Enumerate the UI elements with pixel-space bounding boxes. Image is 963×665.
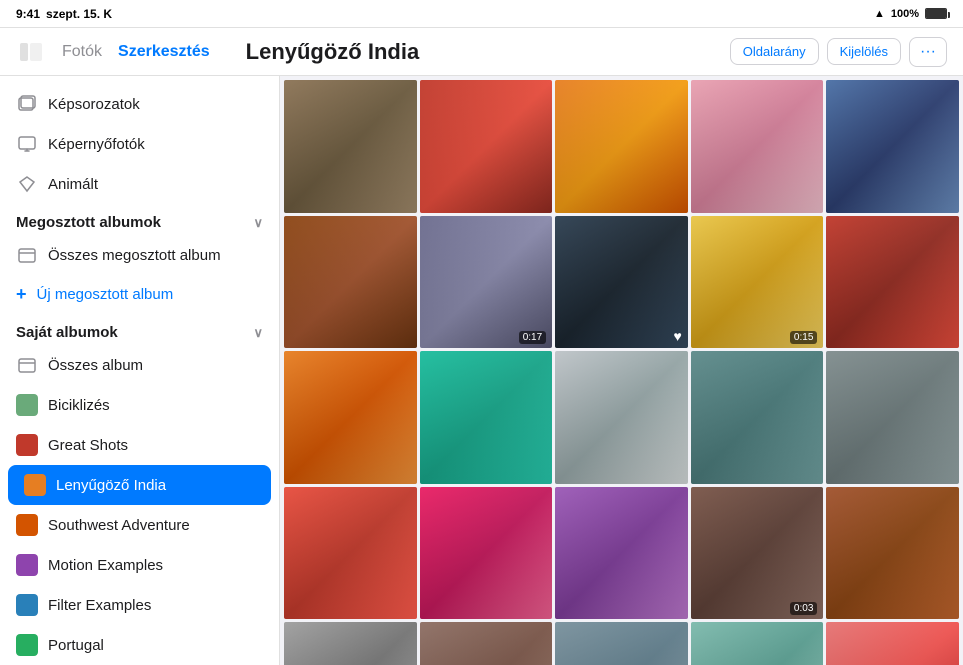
own-section-chevron[interactable]: ∨ <box>253 325 263 341</box>
photo-cell[interactable] <box>420 351 553 484</box>
sidebar-item-osszes-album[interactable]: Összes album <box>0 345 279 385</box>
photo-cell[interactable] <box>691 622 824 665</box>
sidebar-item-bicikling[interactable]: Biciklizés <box>0 385 279 425</box>
sidebar: Képsorozatok Képernyőfotók Animált <box>0 76 280 665</box>
status-bar: 9:41 szept. 15. K ▲ 100% <box>0 0 963 28</box>
photo-cell[interactable]: 0:03 <box>691 487 824 620</box>
page-title: Lenyűgöző India <box>246 39 420 65</box>
photo-cell[interactable] <box>691 80 824 213</box>
photo-cell[interactable] <box>826 487 959 620</box>
bicikling-thumbnail <box>16 394 38 416</box>
heart-badge: ♥ <box>673 328 681 344</box>
photo-cell[interactable] <box>555 80 688 213</box>
nav-tabs: Fotók Szerkesztés <box>62 39 210 65</box>
sidebar-item-portugal[interactable]: Portugal <box>0 625 279 665</box>
photo-cell[interactable] <box>284 216 417 349</box>
sidebar-item-kepsorozatok[interactable]: Képsorozatok <box>0 84 279 124</box>
kepernyo-icon <box>16 133 38 155</box>
date-label: szept. 15. K <box>46 7 112 21</box>
battery-icon <box>925 8 947 19</box>
photo-cell[interactable]: 0:15 <box>691 216 824 349</box>
photo-cell[interactable] <box>420 487 553 620</box>
title-actions: Oldalarány Kijelölés ··· <box>730 37 947 67</box>
photo-cell[interactable] <box>284 487 417 620</box>
sidebar-item-southwest-adventure[interactable]: Southwest Adventure <box>0 505 279 545</box>
sidebar-item-great-shots[interactable]: Great Shots <box>0 425 279 465</box>
motion-examples-thumbnail <box>16 554 38 576</box>
wifi-icon: ▲ <box>874 8 885 20</box>
filter-examples-label: Filter Examples <box>48 597 151 614</box>
video-duration-badge: 0:17 <box>519 331 546 344</box>
own-section-label: Saját albumok <box>16 324 118 341</box>
osszes-album-label: Összes album <box>48 357 143 374</box>
own-section-header: Saját albumok ∨ <box>0 314 279 345</box>
status-time: 9:41 szept. 15. K <box>16 7 112 21</box>
photo-cell[interactable] <box>826 622 959 665</box>
photo-cell[interactable]: 0:17 <box>420 216 553 349</box>
portugal-label: Portugal <box>48 637 104 654</box>
sidebar-item-animalt[interactable]: Animált <box>0 164 279 204</box>
uj-megosztott-label: Új megosztott album <box>37 286 174 303</box>
sidebar-item-osszes-megosztott[interactable]: Összes megosztott album <box>0 235 279 275</box>
battery-label: 100% <box>891 8 919 20</box>
sidebar-item-kepernyo[interactable]: Képernyőfotók <box>0 124 279 164</box>
photo-grid-container: 0:17 ♥ 0:15 0:03 <box>280 76 963 665</box>
great-shots-label: Great Shots <box>48 437 128 454</box>
southwest-adventure-label: Southwest Adventure <box>48 517 190 534</box>
battery-fill <box>926 9 946 18</box>
great-shots-thumbnail <box>16 434 38 456</box>
motion-examples-label: Motion Examples <box>48 557 163 574</box>
app-container: Fotók Szerkesztés Lenyűgöző India Oldala… <box>0 28 963 665</box>
photo-cell[interactable] <box>420 622 553 665</box>
tab-fotos[interactable]: Fotók <box>62 39 102 65</box>
shared-section-chevron[interactable]: ∨ <box>253 215 263 231</box>
tab-szerkesztes[interactable]: Szerkesztés <box>118 39 210 65</box>
shared-section-label: Megosztott albumok <box>16 214 161 231</box>
kepernyo-label: Képernyőfotók <box>48 136 145 153</box>
photo-cell[interactable]: ♥ <box>555 216 688 349</box>
osszes-album-icon <box>16 354 38 376</box>
portugal-thumbnail <box>16 634 38 656</box>
main-area: Képsorozatok Képernyőfotók Animált <box>0 76 963 665</box>
animalt-label: Animált <box>48 176 98 193</box>
southwest-adventure-thumbnail <box>16 514 38 536</box>
photo-cell[interactable] <box>826 351 959 484</box>
sidebar-item-filter-examples[interactable]: Filter Examples <box>0 585 279 625</box>
bicikling-label: Biciklizés <box>48 397 110 414</box>
sidebar-toggle-button[interactable] <box>16 37 46 67</box>
more-button[interactable]: ··· <box>909 37 947 67</box>
photo-cell[interactable] <box>826 80 959 213</box>
photo-cell[interactable] <box>284 351 417 484</box>
lenyugozo-india-label: Lenyűgöző India <box>56 477 166 494</box>
sidebar-item-motion-examples[interactable]: Motion Examples <box>0 545 279 585</box>
lenyugozo-india-thumbnail <box>24 474 46 496</box>
photo-cell[interactable] <box>691 351 824 484</box>
osszes-megosztott-icon <box>16 244 38 266</box>
photo-cell[interactable] <box>420 80 553 213</box>
video-duration-badge: 0:15 <box>790 331 817 344</box>
status-indicators: ▲ 100% <box>874 8 947 20</box>
photo-grid: 0:17 ♥ 0:15 0:03 <box>284 80 959 665</box>
photo-cell[interactable] <box>284 80 417 213</box>
photo-cell[interactable] <box>555 622 688 665</box>
kepsorozatok-icon <box>16 93 38 115</box>
photo-cell[interactable] <box>555 351 688 484</box>
kepsorozatok-label: Képsorozatok <box>48 96 140 113</box>
sidebar-item-lenyugozo-india[interactable]: Lenyűgöző India <box>8 465 271 505</box>
animalt-icon <box>16 173 38 195</box>
photo-cell[interactable] <box>826 216 959 349</box>
photo-cell[interactable] <box>555 487 688 620</box>
photo-cell[interactable] <box>284 622 417 665</box>
osszes-megosztott-label: Összes megosztott album <box>48 247 221 264</box>
nav-bar: Fotók Szerkesztés Lenyűgöző India Oldala… <box>0 28 963 76</box>
content-title-area: Lenyűgöző India Oldalarány Kijelölés ··· <box>222 37 947 67</box>
add-icon: + <box>16 284 27 305</box>
oldalarany-button[interactable]: Oldalarány <box>730 38 819 65</box>
sidebar-item-uj-megosztott[interactable]: + Új megosztott album <box>0 275 279 314</box>
video-duration-badge: 0:03 <box>790 602 817 615</box>
shared-section-header: Megosztott albumok ∨ <box>0 204 279 235</box>
filter-examples-thumbnail <box>16 594 38 616</box>
time-label: 9:41 <box>16 7 40 21</box>
kijeloles-button[interactable]: Kijelölés <box>827 38 901 65</box>
